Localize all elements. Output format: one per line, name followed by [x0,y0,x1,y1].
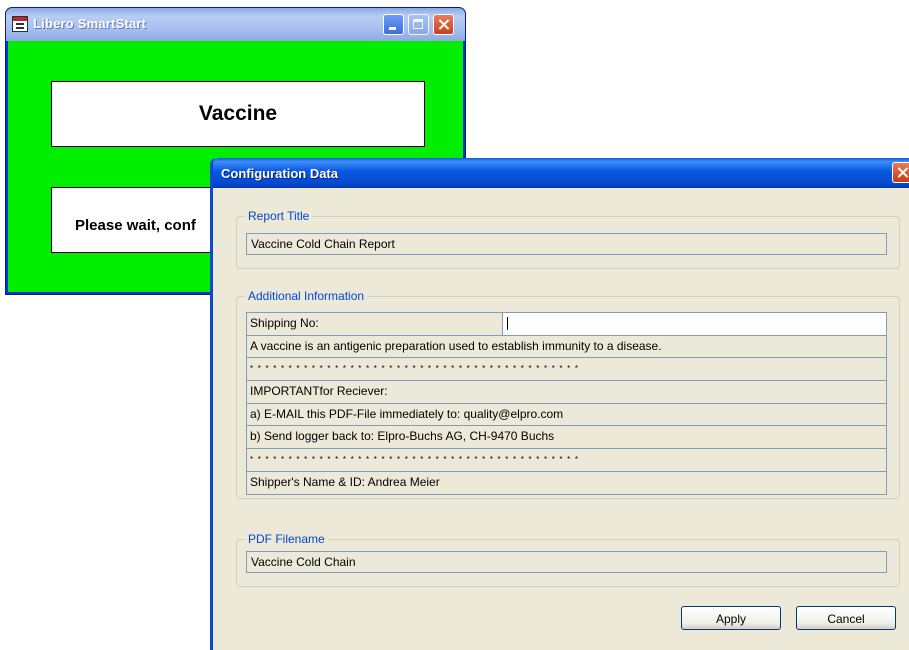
report-title-field[interactable]: Vaccine Cold Chain Report [246,233,887,255]
maximize-button[interactable] [408,14,429,35]
dialog-title: Configuration Data [221,166,338,181]
minimize-button[interactable] [383,14,404,35]
app-icon [12,16,28,32]
dialog-titlebar[interactable]: Configuration Data [213,158,909,188]
window-title: Libero SmartStart [33,16,147,31]
pdf-filename-field[interactable]: Vaccine Cold Chain [246,551,887,573]
info-row[interactable]: Shipper's Name & ID: Andrea Meier [247,471,886,495]
info-row[interactable]: b) Send logger back to: Elpro-Buchs AG, … [247,426,886,450]
shipping-row: Shipping No: [247,313,886,336]
pdf-filename-legend: PDF Filename [245,532,328,546]
info-row[interactable]: a) E-MAIL this PDF-File immediately to: … [247,403,886,427]
dialog-close-button[interactable] [892,162,909,183]
configuration-dialog: Configuration Data Report Title Vaccine … [210,158,909,650]
pdf-filename-group: PDF Filename Vaccine Cold Chain [236,532,900,587]
info-row[interactable]: IMPORTANTfor Reciever: [247,381,886,404]
shipping-label: Shipping No: [247,313,503,335]
report-title-group: Report Title Vaccine Cold Chain Report [236,209,900,269]
shipping-no-input[interactable] [503,313,886,335]
smartstart-titlebar[interactable]: Libero SmartStart [6,8,465,41]
additional-info-group: Additional Information Shipping No: A va… [236,289,900,499]
product-label: Vaccine [51,81,425,147]
info-row[interactable]: A vaccine is an antigenic preparation us… [247,335,886,359]
apply-button[interactable]: Apply [681,606,781,630]
report-title-legend: Report Title [245,209,313,223]
cancel-button[interactable]: Cancel [796,606,896,630]
additional-info-legend: Additional Information [245,289,368,303]
info-row[interactable]: * * * * * * * * * * * * * * * * * * * * … [247,358,886,382]
info-row[interactable]: * * * * * * * * * * * * * * * * * * * * … [247,449,886,472]
additional-info-grid: Shipping No: A vaccine is an antigenic p… [246,312,887,495]
close-button[interactable] [433,14,454,35]
